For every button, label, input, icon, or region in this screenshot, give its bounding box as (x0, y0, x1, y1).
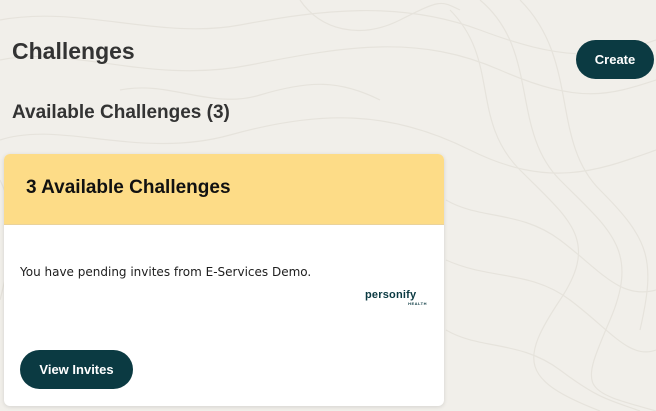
challenges-card: 3 Available Challenges You have pending … (4, 154, 444, 406)
card-heading: 3 Available Challenges (26, 177, 231, 198)
page-title: Challenges (12, 38, 135, 64)
view-invites-button[interactable]: View Invites (20, 350, 133, 389)
section-title: Available Challenges (3) (12, 102, 230, 123)
brand-name: personify (365, 289, 417, 301)
invite-message: You have pending invites from E-Services… (20, 265, 312, 279)
brand-sub: HEALTH (408, 301, 427, 306)
card-header: 3 Available Challenges (4, 154, 444, 225)
personify-health-logo: personify HEALTH (365, 289, 429, 311)
create-button[interactable]: Create (576, 40, 654, 79)
